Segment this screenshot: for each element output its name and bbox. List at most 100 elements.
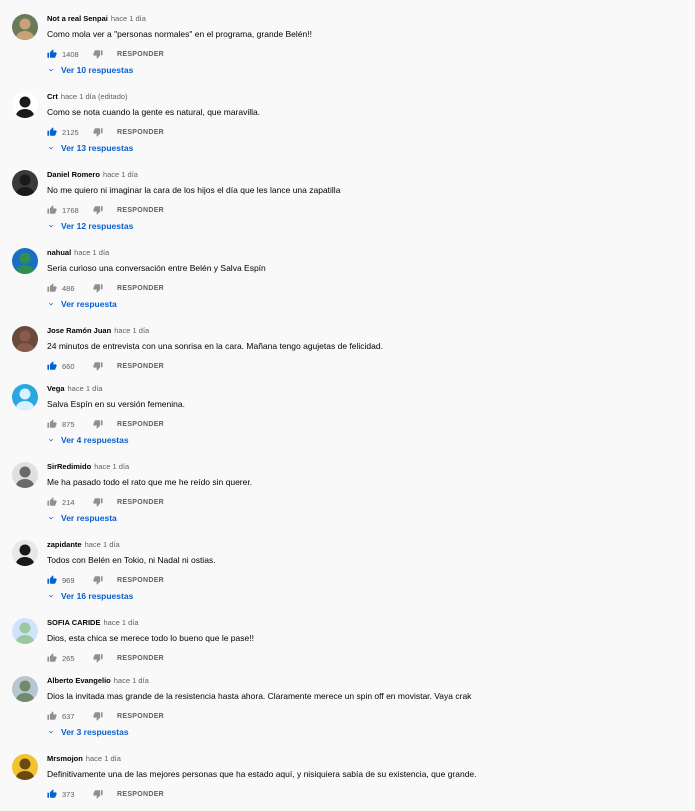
comment-time[interactable]: hace 1 día xyxy=(114,326,149,335)
comment-header: Jose Ramón Juan hace 1 día xyxy=(47,326,149,336)
avatar[interactable] xyxy=(12,92,38,118)
comment-actions: 2125 RESPONDER xyxy=(47,126,164,138)
comment-time[interactable]: hace 1 día xyxy=(68,384,103,393)
dislike-icon[interactable] xyxy=(93,127,103,137)
avatar[interactable] xyxy=(12,754,38,780)
like-icon[interactable] xyxy=(47,283,57,293)
comment-time[interactable]: hace 1 día xyxy=(111,14,146,23)
view-replies-button[interactable]: Ver 3 respuestas xyxy=(47,726,129,738)
dislike-icon[interactable] xyxy=(93,711,103,721)
comment-author[interactable]: Daniel Romero xyxy=(47,170,100,179)
comment-author[interactable]: Crt xyxy=(47,92,58,101)
view-replies-label: Ver 3 respuestas xyxy=(61,727,129,737)
comment-actions: 486 RESPONDER xyxy=(47,282,164,294)
view-replies-button[interactable]: Ver 4 respuestas xyxy=(47,434,129,446)
comment-author[interactable]: nahual xyxy=(47,248,71,257)
avatar[interactable] xyxy=(12,170,38,196)
reply-button[interactable]: RESPONDER xyxy=(117,577,164,584)
reply-button[interactable]: RESPONDER xyxy=(117,791,164,798)
comment-text: Definitivamente una de las mejores perso… xyxy=(47,769,477,779)
comment-text: Todos con Belén en Tokio, ni Nadal ni os… xyxy=(47,555,216,565)
comment-time[interactable]: hace 1 día xyxy=(94,462,129,471)
comment-time[interactable]: hace 1 día xyxy=(85,540,120,549)
comment-text: No me quiero ni imaginar la cara de los … xyxy=(47,185,341,195)
dislike-icon[interactable] xyxy=(93,283,103,293)
reply-button[interactable]: RESPONDER xyxy=(117,499,164,506)
comment-author[interactable]: zapidante xyxy=(47,540,82,549)
like-icon[interactable] xyxy=(47,575,57,585)
dislike-icon[interactable] xyxy=(93,497,103,507)
reply-button[interactable]: RESPONDER xyxy=(117,129,164,136)
dislike-icon[interactable] xyxy=(93,653,103,663)
comment-actions: 875 RESPONDER xyxy=(47,418,164,430)
avatar[interactable] xyxy=(12,676,38,702)
comment-header: Not a real Senpai hace 1 día xyxy=(47,14,146,24)
reply-button[interactable]: RESPONDER xyxy=(117,285,164,292)
comment-author[interactable]: Not a real Senpai xyxy=(47,14,108,23)
avatar[interactable] xyxy=(12,462,38,488)
avatar[interactable] xyxy=(12,540,38,566)
comment-time[interactable]: hace 1 día xyxy=(86,754,121,763)
view-replies-button[interactable]: Ver 10 respuestas xyxy=(47,64,133,76)
avatar[interactable] xyxy=(12,384,38,410)
comment-author[interactable]: SOFIA CARIDE xyxy=(47,618,100,627)
like-icon[interactable] xyxy=(47,789,57,799)
dislike-icon[interactable] xyxy=(93,419,103,429)
comment-author[interactable]: Vega xyxy=(47,384,65,393)
like-count: 969 xyxy=(62,575,75,585)
avatar[interactable] xyxy=(12,618,38,644)
view-replies-button[interactable]: Ver 16 respuestas xyxy=(47,590,133,602)
like-icon[interactable] xyxy=(47,49,57,59)
comment-actions: 637 RESPONDER xyxy=(47,710,164,722)
comment-time[interactable]: hace 1 día (editado) xyxy=(61,92,128,101)
like-icon[interactable] xyxy=(47,497,57,507)
dislike-icon[interactable] xyxy=(93,575,103,585)
comment-author[interactable]: SirRedimido xyxy=(47,462,91,471)
view-replies-button[interactable]: Ver 13 respuestas xyxy=(47,142,133,154)
chevron-down-icon xyxy=(47,144,55,152)
comment-time[interactable]: hace 1 día xyxy=(114,676,149,685)
comment-text: Como se nota cuando la gente es natural,… xyxy=(47,107,261,117)
view-replies-button[interactable]: Ver 12 respuestas xyxy=(47,220,133,232)
comment-author[interactable]: Mrsmojon xyxy=(47,754,83,763)
chevron-down-icon xyxy=(47,514,55,522)
like-count: 2125 xyxy=(62,127,79,137)
chevron-down-icon xyxy=(47,222,55,230)
like-icon[interactable] xyxy=(47,361,57,371)
dislike-icon[interactable] xyxy=(93,49,103,59)
reply-button[interactable]: RESPONDER xyxy=(117,713,164,720)
avatar[interactable] xyxy=(12,248,38,274)
comment-author[interactable]: Alberto Evangelio xyxy=(47,676,111,685)
comment-actions: 1408 RESPONDER xyxy=(47,48,164,60)
dislike-icon[interactable] xyxy=(93,789,103,799)
comment-time[interactable]: hace 1 día xyxy=(103,170,138,179)
avatar[interactable] xyxy=(12,326,38,352)
view-replies-label: Ver respuesta xyxy=(61,299,117,309)
comment-text: Seria curioso una conversación entre Bel… xyxy=(47,263,266,273)
dislike-icon[interactable] xyxy=(93,205,103,215)
dislike-icon[interactable] xyxy=(93,361,103,371)
reply-button[interactable]: RESPONDER xyxy=(117,51,164,58)
comment-actions: 1768 RESPONDER xyxy=(47,204,164,216)
comment-time[interactable]: hace 1 día xyxy=(103,618,138,627)
view-replies-button[interactable]: Ver respuesta xyxy=(47,298,117,310)
reply-button[interactable]: RESPONDER xyxy=(117,655,164,662)
reply-button[interactable]: RESPONDER xyxy=(117,421,164,428)
chevron-down-icon xyxy=(47,728,55,736)
like-count: 637 xyxy=(62,711,75,721)
like-icon[interactable] xyxy=(47,419,57,429)
reply-button[interactable]: RESPONDER xyxy=(117,207,164,214)
like-icon[interactable] xyxy=(47,127,57,137)
like-icon[interactable] xyxy=(47,653,57,663)
like-icon[interactable] xyxy=(47,711,57,721)
comment-text: Dios, esta chica se merece todo lo bueno… xyxy=(47,633,254,643)
comment-actions: 969 RESPONDER xyxy=(47,574,164,586)
view-replies-label: Ver 12 respuestas xyxy=(61,221,134,231)
like-icon[interactable] xyxy=(47,205,57,215)
reply-button[interactable]: RESPONDER xyxy=(117,363,164,370)
comment-author[interactable]: Jose Ramón Juan xyxy=(47,326,111,335)
avatar[interactable] xyxy=(12,14,38,40)
comment-time[interactable]: hace 1 día xyxy=(74,248,109,257)
view-replies-button[interactable]: Ver respuesta xyxy=(47,512,117,524)
comment-header: zapidante hace 1 día xyxy=(47,540,120,550)
